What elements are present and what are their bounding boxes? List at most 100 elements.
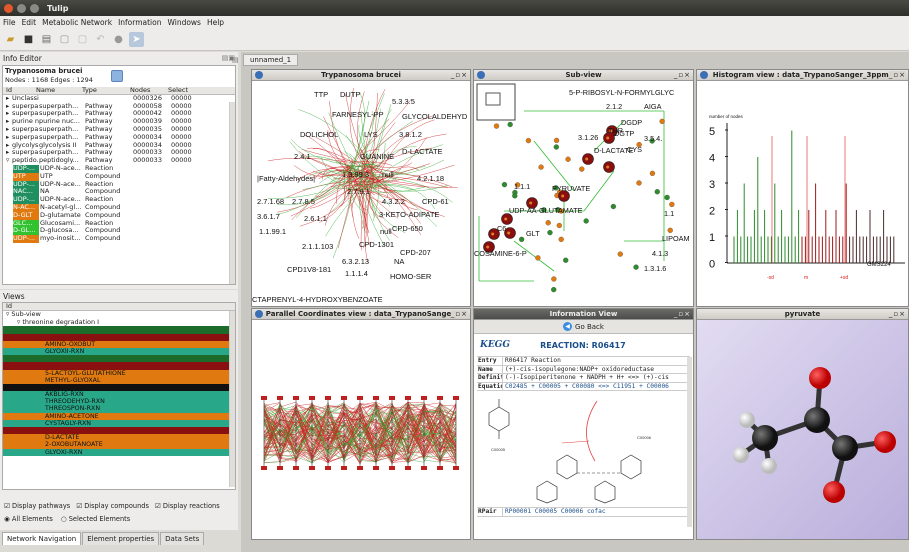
display-reactions-checkbox[interactable]: ☑ Display reactions: [155, 502, 220, 510]
view-item[interactable]: THREOSPON-RXN: [3, 405, 235, 413]
col-id[interactable]: Id: [6, 87, 36, 94]
table-row[interactable]: ▿ peptido...peptidogly...Pathway00000330…: [3, 157, 235, 165]
view-item[interactable]: D-LACTATE: [3, 434, 235, 442]
go-back-button[interactable]: ◀ Go Back: [563, 322, 604, 331]
table-row[interactable]: ▸ Unclassi...000032600000: [3, 95, 235, 103]
col-select[interactable]: Select: [168, 87, 204, 94]
table-row[interactable]: UDP-... myo-inosit... Compound: [3, 235, 235, 243]
view-item[interactable]: GLYOXI-RXN: [3, 448, 235, 456]
undo-icon[interactable]: ↶: [93, 32, 108, 47]
metabolic-graph[interactable]: TTP DUTP 5.3.3.5 FARNESYL-PP GLYCOLALDEHYD DO…: [252, 81, 470, 306]
window-controls[interactable]: _▫×: [889, 310, 906, 318]
col-name[interactable]: Name: [36, 87, 82, 94]
view-item[interactable]: METHYL-GLYOXAL: [3, 376, 235, 384]
parallel-coordinates-plot[interactable]: [252, 320, 470, 539]
info-editor-panel: Info Editor ▤▣ Trypanosoma brucei Nodes …: [0, 52, 238, 289]
table-row[interactable]: D-GL... D-glucosa... Compound: [3, 227, 235, 236]
table-row[interactable]: UTP UTP Compound: [3, 172, 235, 181]
cell-type: Pathway: [85, 118, 113, 126]
sub-view-node[interactable]: ▿ Sub-view: [3, 311, 235, 319]
view-item[interactable]: [3, 355, 235, 363]
view-item[interactable]: [3, 333, 235, 341]
node-label: GUANINE: [360, 152, 394, 161]
table-row[interactable]: UDP-... UDP-N-ace... Reaction: [3, 196, 235, 204]
table-row[interactable]: ▸ superpa...superpath...Pathway000004200…: [3, 110, 235, 118]
node-label: DUTP: [340, 90, 360, 99]
tab-network-navigation[interactable]: Network Navigation: [2, 532, 82, 545]
parallel-coordinates-window: Parallel Coordinates view : data_Trypano…: [251, 308, 471, 540]
selected-elements-radio[interactable]: ○ Selected Elements: [61, 515, 130, 523]
table-row[interactable]: ▸ superpa...superpath...Pathway000005800…: [3, 103, 235, 111]
view-item[interactable]: [3, 362, 235, 370]
view-item[interactable]: AKBLIG-RXN: [3, 391, 235, 399]
tab-element-properties[interactable]: Element properties: [82, 532, 160, 545]
menu-help[interactable]: Help: [207, 18, 224, 27]
node-label: AIGA: [644, 102, 662, 111]
histogram-plot[interactable]: number of nodes 5 4 3 2 1 0 GMS224 -sd m +sd: [697, 81, 908, 306]
table-row[interactable]: D-GLT D-glutamate Compound: [3, 211, 235, 220]
close-window-button[interactable]: [4, 3, 13, 13]
table-scrollbar[interactable]: [229, 102, 235, 284]
window-controls[interactable]: _▫×: [674, 310, 691, 318]
view-item[interactable]: 2-OXOBUTANOATE: [3, 441, 235, 449]
menu-metabolic-network[interactable]: Metabolic Network: [42, 18, 112, 27]
col-nodes[interactable]: Nodes: [130, 87, 168, 94]
window-controls[interactable]: _▫×: [888, 71, 906, 79]
minimize-window-button[interactable]: [17, 3, 26, 13]
table-row[interactable]: ▸ superpa...superpath...Pathway000003500…: [3, 126, 235, 134]
window-controls[interactable]: _▫×: [451, 71, 468, 79]
table-row[interactable]: UDP-... UDP-N-ace... Reaction: [3, 164, 235, 173]
maximize-window-button[interactable]: [30, 3, 39, 13]
view-item[interactable]: THREODEHYD-RXN: [3, 398, 235, 406]
table-row[interactable]: ▸ glycolysi...glycolysis IIPathway000003…: [3, 142, 235, 150]
view-item[interactable]: CYSTAGLY-RXN: [3, 419, 235, 428]
node-label: DOLICHOL: [300, 130, 338, 139]
print-icon[interactable]: ▤: [39, 32, 54, 47]
cursor-icon[interactable]: ➤: [129, 32, 144, 47]
view-item[interactable]: AMINO-OXOBUT: [3, 340, 235, 348]
table-row[interactable]: N-AC... N-acetyl-gl... Compound: [3, 203, 235, 212]
workspace-tab[interactable]: unnamed_1: [243, 54, 299, 66]
pyruvate-molecule[interactable]: [697, 320, 908, 539]
view-item[interactable]: [3, 383, 235, 392]
menu-windows[interactable]: Windows: [167, 18, 200, 27]
cell-name: N-acetyl-gl...: [40, 203, 82, 211]
graph-settings-icon[interactable]: [111, 70, 123, 82]
view-item[interactable]: AMINO-ACETONE: [3, 412, 235, 420]
menu-file[interactable]: File: [3, 18, 16, 27]
views-scrollbar[interactable]: [229, 311, 235, 487]
table-row[interactable]: UDP-... UDP-N-ace... Reaction: [3, 180, 235, 189]
menu-information[interactable]: Information: [118, 18, 161, 27]
display-pathways-checkbox[interactable]: ☑ Display pathways: [4, 502, 70, 510]
view-item[interactable]: GLYOXII-RXN: [3, 347, 235, 356]
table-row[interactable]: GLC... Glucosami... Reaction: [3, 219, 235, 228]
node-label: CPD-61: [422, 197, 449, 206]
image-icon[interactable]: ▢: [75, 32, 90, 47]
view-item[interactable]: 5-LACTOYL-GLUTATHIONE: [3, 369, 235, 377]
window-controls[interactable]: _▫×: [450, 310, 468, 318]
workspace-menu-icon[interactable]: ▤: [232, 56, 239, 64]
view-item[interactable]: [3, 427, 235, 435]
table-row[interactable]: ▸ purine n...purine nuc...Pathway0000039…: [3, 118, 235, 126]
stop-icon[interactable]: ●: [111, 32, 126, 47]
menu-edit[interactable]: Edit: [22, 18, 37, 27]
table-row[interactable]: ▸ superpa...superpath...Pathway000003400…: [3, 134, 235, 142]
window-controls[interactable]: _▫×: [674, 71, 691, 79]
cell-name: superpath...: [39, 110, 79, 118]
col-type[interactable]: Type: [82, 87, 130, 94]
sub-view-graph[interactable]: 5-P-RIBOSYL-N-FORMYLGLYC2.1.2 AIGADGDPTHR…: [474, 81, 693, 306]
pathway-group-node[interactable]: ▿ threonine degradation I: [3, 319, 235, 327]
table-row[interactable]: ▸ superpa...superpath...Pathway000003300…: [3, 149, 235, 157]
cell-type: Compound: [85, 235, 121, 243]
table-row[interactable]: NAC... NA Compound: [3, 188, 235, 197]
open-folder-icon[interactable]: ▰: [3, 32, 18, 47]
bottom-tabs: Network Navigation Element properties Da…: [2, 532, 205, 545]
display-compounds-checkbox[interactable]: ☑ Display compounds: [76, 502, 149, 510]
tab-data-sets[interactable]: Data Sets: [160, 532, 205, 545]
all-elements-radio[interactable]: ◉ All Elements: [4, 515, 53, 523]
info-value[interactable]: C02485 + C00005 + C00080 <=> C11951 + C0…: [503, 383, 669, 391]
export-icon[interactable]: ▢: [57, 32, 72, 47]
view-item[interactable]: [3, 326, 235, 334]
info-scrollbar[interactable]: [687, 357, 692, 527]
save-icon[interactable]: ■: [21, 32, 36, 47]
